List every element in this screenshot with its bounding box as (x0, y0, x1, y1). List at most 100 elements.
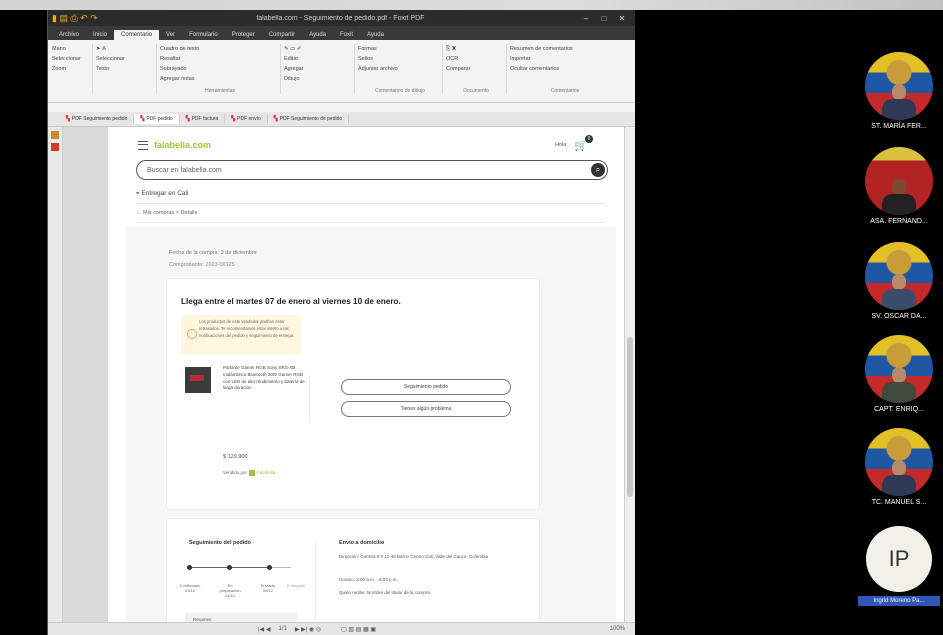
participant-tile[interactable]: CAPT. ENRIQ... (858, 335, 940, 413)
edit-button[interactable]: Editar (284, 54, 354, 64)
receipt-number: Comprobante: 2023-00125 (169, 262, 235, 268)
nav-first-icon[interactable]: |◀ ◀ (258, 626, 270, 633)
maximize-button[interactable]: □ (595, 14, 613, 23)
product-price: $ 129.900 (223, 454, 248, 460)
select-tool[interactable]: Seleccionar (52, 54, 92, 64)
header-actions: Hola 🛒 0 (555, 134, 593, 152)
participant-name: SV. OSCAR DA... (871, 313, 927, 320)
cursor-icon[interactable]: ➤ A (96, 44, 156, 54)
pages-icon[interactable] (51, 143, 59, 151)
order-detail-area: Fecha de la compra: 3 de diciembre Compr… (126, 226, 616, 635)
cart-icon[interactable]: 🛒 0 (574, 134, 593, 152)
doc-tab-label: PDF pedido (146, 116, 173, 122)
hand-tool[interactable]: Mano (52, 44, 92, 54)
tracking-card: Seguimiento del pedido Confirmado 03/12 E… (166, 518, 540, 635)
location-text: Entregar en Cali (141, 190, 189, 197)
recipient: Quién recibe: Nombre del titular de la c… (339, 590, 430, 595)
tab-ver[interactable]: Ver (159, 30, 182, 40)
ocr-icon[interactable]: ⎘ ▣ (446, 44, 506, 54)
tab-foxit[interactable]: Foxit (333, 30, 360, 40)
select-button[interactable]: Seleccionar (96, 54, 156, 64)
hide-comments-button[interactable]: Ocultar comentarios (510, 64, 620, 74)
falabella-logo: falabella.com (154, 140, 212, 150)
participant-avatar (865, 335, 933, 403)
participant-tile[interactable]: ASA. FERNAND... (858, 147, 940, 225)
import-button[interactable]: Importar (510, 54, 620, 64)
doc-tab-2[interactable]: ▚ PDF pedido (134, 114, 180, 124)
doc-tab-label: PDF Seguimiento de pedido (279, 116, 343, 122)
search-bar[interactable]: Buscar en falabella.com ⌕ (136, 160, 608, 180)
window-title: falabella.com - Seguimiento de pedido.pd… (256, 14, 425, 22)
page-indicator[interactable]: 1/1 (278, 626, 286, 632)
participant-tile[interactable]: ST. MARÍA FER... (858, 52, 940, 130)
self-participant-tile[interactable]: IP Ingrid Moreno Pa... (858, 526, 940, 606)
tab-formulario[interactable]: Formulario (182, 30, 225, 40)
zoom-level[interactable]: 100% (610, 626, 625, 632)
text-button[interactable]: Texto (96, 64, 156, 74)
minimize-button[interactable]: – (577, 14, 595, 23)
doc-tab-label: PDF envío (237, 116, 261, 122)
breadcrumb[interactable]: ← Mis compras > Detalle (136, 210, 198, 216)
scroll-thumb[interactable] (627, 337, 633, 497)
ribbon-group-draw: ✎ ▭ ✐ Editar Agregar Dibujo (284, 44, 355, 94)
summary-button[interactable]: Resumen de comentarios (510, 44, 620, 54)
quick-access-icon[interactable]: ▮ ▤ ⎙ ↶ ↷ (52, 13, 98, 24)
divider (315, 539, 316, 621)
help-button[interactable]: Tienes algún problema (341, 401, 511, 417)
tab-ayuda-2[interactable]: Ayuda (360, 30, 391, 40)
stage-delivered: Entregado (285, 583, 307, 588)
divider (136, 203, 606, 204)
close-button[interactable]: ✕ (613, 14, 631, 23)
highlight-button[interactable]: Resaltar (160, 54, 280, 64)
participant-name: TC. MANUEL S... (871, 499, 927, 506)
attach-file-button[interactable]: Adjuntar archivo (358, 64, 442, 74)
ribbon-group-shapes: Formas Sellos Adjuntar archivo Comentari… (358, 44, 443, 94)
pdf-icon: ▚ (66, 116, 70, 122)
add-note-button[interactable]: Agregar notas (160, 74, 280, 84)
delivery-location[interactable]: ⌖ Entregar en Cali (136, 190, 188, 198)
ocr-button[interactable]: OCR (446, 54, 506, 64)
tab-archivo[interactable]: Archivo (52, 30, 86, 40)
doc-tab-3[interactable]: ▚ PDF factura (180, 114, 226, 124)
participant-tile[interactable]: SV. OSCAR DA... (858, 242, 940, 320)
add-button[interactable]: Agregar (284, 64, 354, 74)
nav-next-icon[interactable]: ▶ ▶| ◉ ◎ (295, 626, 321, 633)
self-name: Ingrid Moreno Pa... (858, 596, 940, 606)
account-label[interactable]: Hola (555, 142, 566, 148)
tab-comentario[interactable]: Comentario (114, 30, 160, 40)
zoom-tool[interactable]: Zoom (52, 64, 92, 74)
track-order-button[interactable]: Seguimiento pedido (341, 379, 511, 395)
participant-avatar (865, 242, 933, 310)
ribbon-group-doc: ⎘ ▣ OCR Comparar Documento (446, 44, 507, 94)
cart-badge: 0 (585, 134, 593, 143)
vertical-scrollbar[interactable] (624, 127, 635, 623)
stage-shipped: Enviado 05/12 (257, 583, 279, 593)
stamps-button[interactable]: Sellos (358, 54, 442, 64)
doc-tab-4[interactable]: ▚ PDF envío (225, 114, 268, 124)
drawing-button[interactable]: Dibujo (284, 74, 354, 84)
purchase-date: Fecha de la compra: 3 de diciembre (169, 250, 257, 256)
search-icon[interactable]: ⌕ (591, 163, 605, 177)
textbox-button[interactable]: Cuadro de texto (160, 44, 280, 54)
underline-button[interactable]: Subrayado (160, 64, 280, 74)
group-label-document: Documento (463, 88, 489, 94)
breadcrumb-text: Mis compras > Detalle (143, 210, 198, 216)
participant-avatar (865, 428, 933, 496)
tab-inicio[interactable]: Inicio (86, 30, 114, 40)
view-mode-icons[interactable]: ▢ ▥ ▤ ▦ ▣ (341, 626, 376, 633)
back-arrow-icon: ← (136, 210, 144, 216)
draw-icon[interactable]: ✎ ▭ ✐ (284, 44, 354, 54)
person-icon (882, 367, 916, 403)
delay-notice: ! Los productos de este vendedor podrían… (181, 315, 301, 355)
pdf-icon: ▚ (140, 116, 145, 122)
participant-tile[interactable]: TC. MANUEL S... (858, 428, 940, 506)
doc-tab-5[interactable]: ▚ PDF Seguimiento de pedido (268, 114, 350, 124)
tab-proteger[interactable]: Proteger (225, 30, 262, 40)
doc-tab-1[interactable]: ▚ PDF Seguimiento pedido (60, 114, 135, 124)
tab-ayuda[interactable]: Ayuda (302, 30, 333, 40)
bookmark-icon[interactable] (51, 131, 59, 139)
menu-icon[interactable] (138, 140, 148, 150)
shapes-button[interactable]: Formas (358, 44, 442, 54)
compare-button[interactable]: Comparar (446, 64, 506, 74)
tab-compartir[interactable]: Compartir (262, 30, 302, 40)
